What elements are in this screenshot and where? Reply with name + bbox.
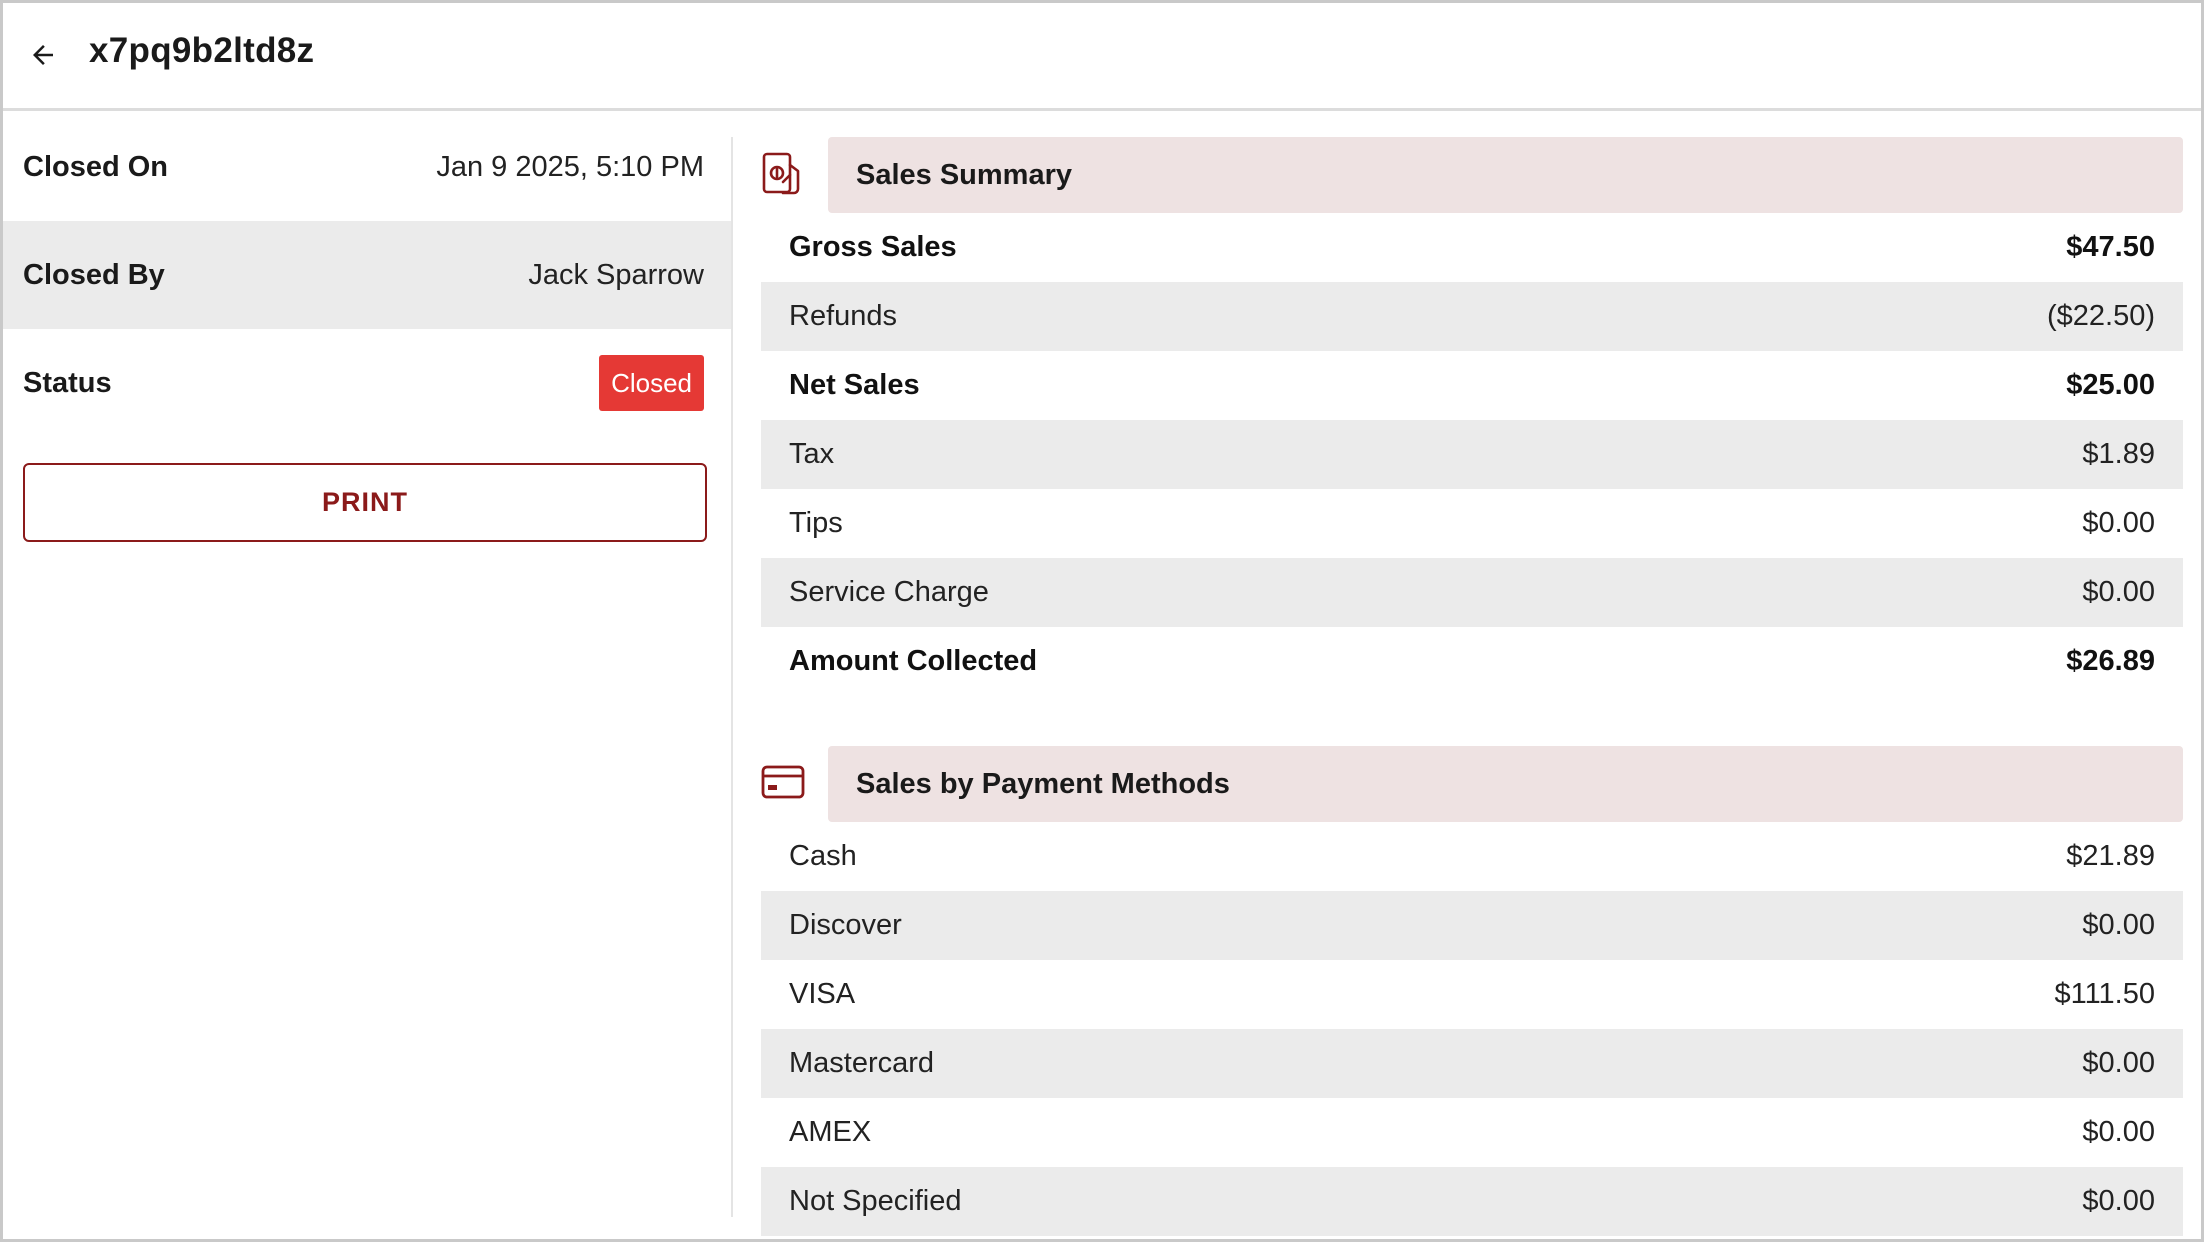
row-label: Amount Collected [789,645,1038,677]
row-label: Tips [789,507,843,539]
table-row: Cash $21.89 [761,822,2183,891]
row-label: Gross Sales [789,231,957,263]
row-value: $0.00 [2082,1116,2155,1148]
print-button[interactable]: PRINT [23,463,707,542]
table-row: Amount Collected $26.89 [761,627,2183,696]
table-row: Tax $1.89 [761,420,2183,489]
row-label: Discover [789,909,902,941]
page-title: x7pq9b2ltd8z [89,31,315,70]
table-row: AMEX $0.00 [761,1098,2183,1167]
top-bar: x7pq9b2ltd8z [3,3,2201,111]
table-row: Not Specified $0.00 [761,1167,2183,1236]
table-row: Service Charge $0.00 [761,558,2183,627]
row-value: ($22.50) [2046,300,2155,332]
sales-summary-list: Gross Sales $47.50 Refunds ($22.50) Net … [761,213,2183,696]
status-label: Status [23,366,112,399]
table-row: Refunds ($22.50) [761,282,2183,351]
row-value: $47.50 [2066,231,2155,263]
closed-by-value: Jack Sparrow [528,258,704,291]
app-window: x7pq9b2ltd8z Closed On Jan 9 2025, 5:10 … [0,0,2204,1242]
table-row: Net Sales $25.00 [761,351,2183,420]
row-label: Tax [789,438,835,470]
status-row: Status Closed [3,329,732,437]
row-label: Refunds [789,300,898,332]
payment-methods-list: Cash $21.89 Discover $0.00 VISA $111.50 … [761,822,2183,1236]
row-value: $0.00 [2082,1185,2155,1217]
arrow-left-icon [33,45,53,65]
row-value: $0.00 [2082,1047,2155,1079]
closed-on-label: Closed On [23,150,169,183]
table-row: Tips $0.00 [761,489,2183,558]
row-label: Net Sales [789,369,920,401]
details-panel: Closed On Jan 9 2025, 5:10 PM Closed By … [3,113,732,1239]
closed-on-value: Jan 9 2025, 5:10 PM [436,150,704,183]
row-label: AMEX [789,1116,872,1148]
row-value: $26.89 [2066,645,2155,677]
row-label: Not Specified [789,1185,962,1217]
row-label: VISA [789,978,856,1010]
row-value: $0.00 [2082,507,2155,539]
table-row: Mastercard $0.00 [761,1029,2183,1098]
back-button[interactable] [23,35,63,75]
sales-summary-header: Sales Summary [761,137,2183,213]
table-row: VISA $111.50 [761,960,2183,1029]
row-label: Service Charge [789,576,989,608]
row-value: $25.00 [2066,369,2155,401]
payment-methods-header: Sales by Payment Methods [761,746,2183,822]
closed-by-row: Closed By Jack Sparrow [3,221,732,329]
money-hand-icon [761,149,805,197]
row-label: Cash [789,840,857,872]
table-row: Gross Sales $47.50 [761,213,2183,282]
sales-summary-title: Sales Summary [828,137,2183,213]
table-row: Discover $0.00 [761,891,2183,960]
row-value: $21.89 [2066,840,2155,872]
credit-card-icon [761,758,805,806]
status-badge: Closed [599,355,704,411]
row-value: $1.89 [2082,438,2155,470]
row-label: Mastercard [789,1047,935,1079]
closed-by-label: Closed By [23,258,165,291]
row-value: $0.00 [2082,576,2155,608]
payment-methods-title: Sales by Payment Methods [828,746,2183,822]
closed-on-row: Closed On Jan 9 2025, 5:10 PM [3,113,732,221]
row-value: $111.50 [2054,978,2155,1010]
row-value: $0.00 [2082,909,2155,941]
panel-divider [731,137,733,1217]
summary-panel: Sales Summary Gross Sales $47.50 Refunds… [761,137,2183,1236]
